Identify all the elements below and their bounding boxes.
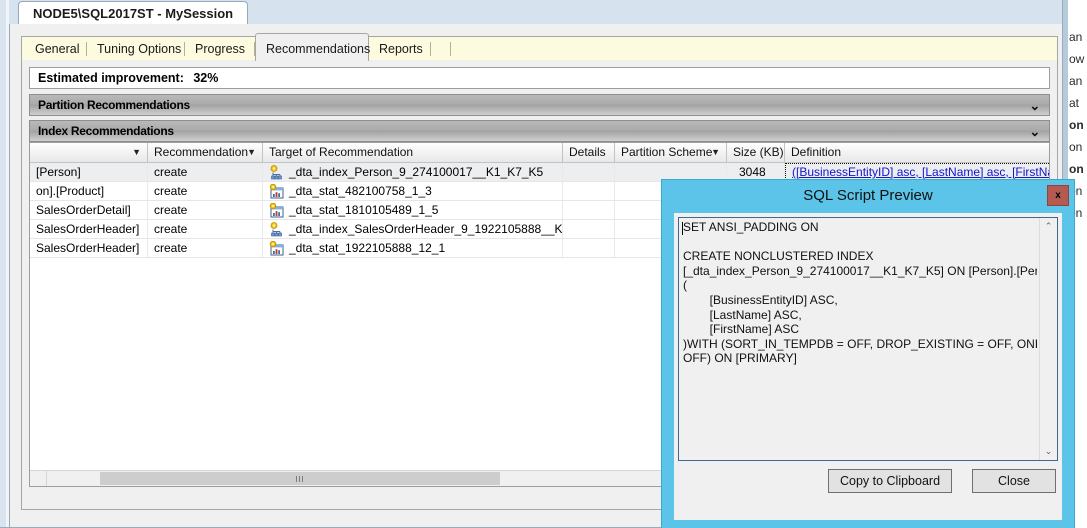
target-label: _dta_index_Person_9_274100017__K1_K7_K5 (289, 165, 544, 179)
index-icon (269, 222, 284, 237)
tab-progress[interactable]: Progress (185, 37, 255, 61)
grid-column-header-partition-scheme[interactable]: Partition Scheme ▼ (615, 143, 727, 162)
tab-label: Progress (195, 42, 246, 56)
cell-details (563, 163, 615, 181)
cell-details (563, 201, 615, 219)
sql-script-preview-dialog: SQL Script Preview x SET ANSI_PADDING ON… (662, 180, 1074, 528)
cell-partition-scheme (615, 163, 727, 181)
cell-recommendation: create (148, 163, 263, 181)
statistics-icon (269, 184, 284, 199)
close-button[interactable]: Close (972, 469, 1056, 493)
statistics-icon (269, 241, 284, 256)
tab-strip: General Tuning Options Progress Recommendat… (21, 33, 1058, 61)
grid-column-label: Definition (791, 145, 842, 159)
cell-target: _dta_stat_482100758_1_3 (263, 182, 563, 200)
background-window-header (1069, 0, 1087, 24)
estimated-improvement-value: 32% (193, 71, 219, 85)
grid-horizontal-scrollbar-thumb[interactable] (100, 472, 500, 485)
grid-column-header-size-kb[interactable]: Size (KB) (727, 143, 785, 162)
chevron-down-icon[interactable]: ⌄ (1029, 121, 1040, 142)
cell-database: on].[Product] (30, 182, 148, 200)
close-icon[interactable]: x (1047, 185, 1069, 206)
cell-target: _dta_stat_1810105489_1_5 (263, 201, 563, 219)
target-label: _dta_stat_1922105888_12_1 (289, 241, 446, 255)
document-tab-session[interactable]: NODE5\SQL2017ST - MySession (18, 1, 249, 24)
copy-to-clipboard-button[interactable]: Copy to Clipboard (828, 469, 952, 493)
section-title-partition: Partition Recommendations (38, 98, 190, 112)
filter-dropdown-icon[interactable]: ▼ (711, 143, 720, 162)
screen: anowanatonononononn NODE5\SQL2017ST - My… (0, 0, 1087, 528)
grid-column-header-definition[interactable]: Definition (785, 143, 1049, 162)
grid-column-label: Partition Scheme (621, 145, 713, 159)
grid-scroll-left-button[interactable] (30, 471, 47, 486)
grid-column-label: Recommendation (154, 145, 249, 159)
tab-label: General (35, 42, 80, 56)
grid-column-label: Details (569, 145, 606, 159)
cell-recommendation: create (148, 239, 263, 257)
tab-label: Reports (379, 42, 423, 56)
sql-vertical-scrollbar[interactable]: ⌃ ⌄ (1039, 218, 1057, 460)
scroll-down-icon[interactable]: ⌄ (1040, 443, 1057, 460)
target-label: _dta_stat_1810105489_1_5 (289, 203, 439, 217)
grid-column-header-details[interactable]: Details (563, 143, 615, 162)
statistics-icon (269, 203, 284, 218)
background-window-line: on (1069, 162, 1084, 176)
cell-details (563, 220, 615, 238)
cell-size: 3048 (727, 163, 785, 181)
chevron-down-icon[interactable]: ⌄ (1029, 95, 1040, 116)
grid-header-row: ▼ Recommendation ▼ Target of Recommendation… (30, 143, 1049, 163)
filter-dropdown-icon[interactable]: ▼ (247, 143, 256, 162)
tab-strip-filler (431, 37, 451, 61)
grid-column-label: Size (KB) (733, 145, 784, 159)
background-window-line: ow (1069, 52, 1085, 66)
scrollbar-grip-icon (296, 476, 304, 482)
cell-database: [Person] (30, 163, 148, 181)
background-window-line: on (1069, 140, 1083, 154)
tab-reports[interactable]: Reports (369, 37, 431, 61)
definition-link[interactable]: ([BusinessEntityID] asc, [LastName] asc,… (792, 165, 1049, 179)
cell-recommendation: create (148, 201, 263, 219)
cell-recommendation: create (148, 182, 263, 200)
grid-column-header-database[interactable]: ▼ (30, 143, 148, 162)
estimated-improvement: Estimated improvement: 32% (29, 67, 1050, 89)
grid-column-header-recommendation[interactable]: Recommendation ▼ (148, 143, 263, 162)
sql-script-textbox[interactable]: SET ANSI_PADDING ON CREATE NONCLUSTERED … (678, 217, 1058, 461)
cell-target: _dta_index_SalesOrderHeader_9_1922105888… (263, 220, 563, 238)
tab-recommendations[interactable]: Recommendations (255, 33, 371, 61)
sql-script-text[interactable]: SET ANSI_PADDING ON CREATE NONCLUSTERED … (683, 220, 1037, 458)
grid-column-label: Target of Recommendation (269, 145, 414, 159)
background-window-line: on (1069, 118, 1084, 132)
cell-target: _dta_stat_1922105888_12_1 (263, 239, 563, 257)
background-window-line: at (1069, 96, 1080, 110)
scroll-up-icon[interactable]: ⌃ (1040, 218, 1057, 235)
index-icon (269, 165, 284, 180)
cell-recommendation: create (148, 220, 263, 238)
cell-database: SalesOrderHeader] (30, 239, 148, 257)
section-title-index: Index Recommendations (38, 124, 174, 138)
tab-separator (450, 42, 451, 56)
tab-label: Tuning Options (97, 42, 182, 56)
background-window-line: an (1069, 74, 1083, 88)
dialog-title: SQL Script Preview (803, 187, 933, 204)
tab-general[interactable]: General (25, 37, 87, 61)
tab-tuning-options[interactable]: Tuning Options (87, 37, 185, 61)
cell-details (563, 239, 615, 257)
estimated-improvement-label: Estimated improvement: (38, 71, 184, 85)
section-header-index-recommendations[interactable]: Index Recommendations ⌄ (29, 120, 1050, 142)
dialog-body: SET ANSI_PADDING ON CREATE NONCLUSTERED … (674, 213, 1062, 520)
dialog-button-bar: Copy to Clipboard Close (674, 469, 1056, 495)
tab-label: Recommendations (266, 42, 371, 56)
target-label: _dta_index_SalesOrderHeader_9_1922105888… (289, 222, 563, 236)
document-tab-bar: NODE5\SQL2017ST - MySession (9, 0, 1062, 25)
section-header-partition-recommendations[interactable]: Partition Recommendations ⌄ (29, 94, 1050, 116)
filter-dropdown-icon[interactable]: ▼ (132, 143, 141, 162)
cell-database: SalesOrderDetail] (30, 201, 148, 219)
grid-column-header-target-of-recommendation[interactable]: Target of Recommendation (263, 143, 563, 162)
background-window-line: an (1069, 30, 1083, 44)
cell-database: SalesOrderHeader] (30, 220, 148, 238)
cell-target: _dta_index_Person_9_274100017__K1_K7_K5 (263, 163, 563, 181)
target-label: _dta_stat_482100758_1_3 (289, 184, 432, 198)
cell-details (563, 182, 615, 200)
